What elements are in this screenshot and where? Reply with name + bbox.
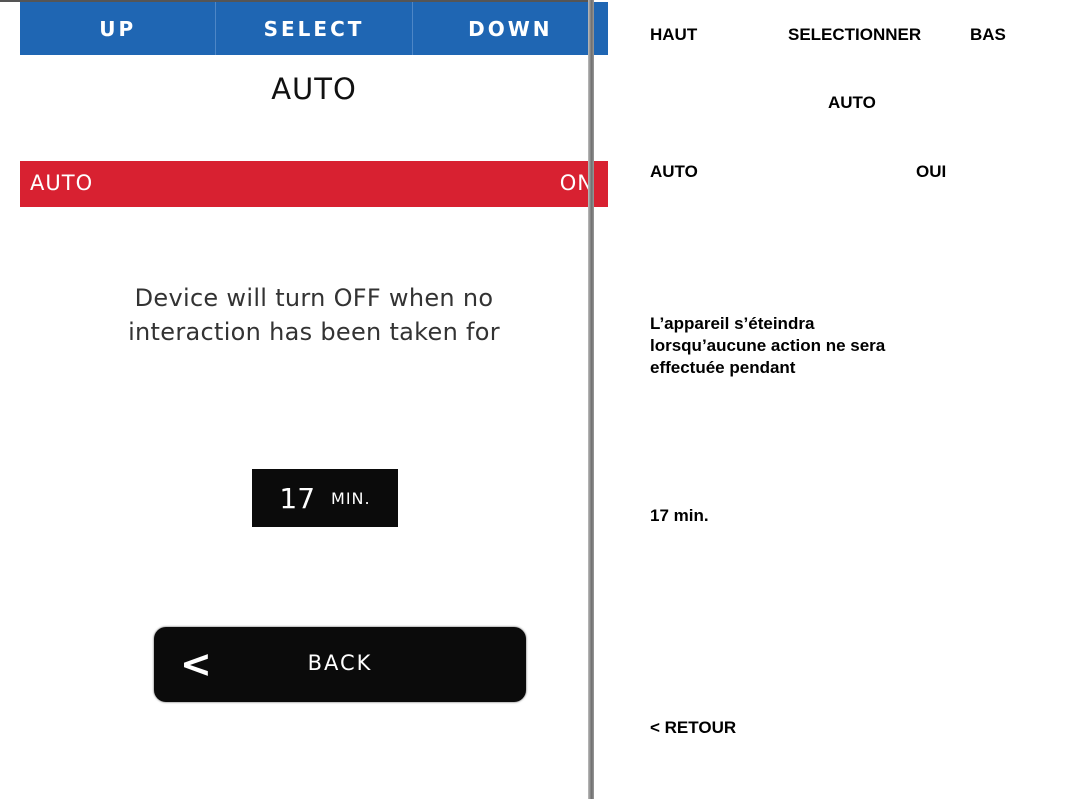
translation-description-line-1: L’appareil s’éteindra [650, 314, 815, 333]
screen-title: AUTO [271, 72, 357, 106]
translation-setting-value: OUI [916, 162, 947, 181]
down-button[interactable]: DOWN [413, 2, 608, 55]
auto-setting-row[interactable]: AUTO ON [20, 161, 608, 207]
nav-bar: UP SELECT DOWN [20, 2, 608, 55]
setting-name: AUTO [30, 171, 94, 195]
up-button[interactable]: UP [20, 2, 217, 55]
translation-setting-name: AUTO [650, 162, 698, 181]
device-border-top [0, 0, 590, 2]
back-button[interactable]: < BACK [154, 627, 526, 702]
description-line-1: Device will turn OFF when no [134, 284, 494, 312]
device-screen: UP SELECT DOWN AUTO AUTO ON Device will … [20, 0, 608, 799]
description-text: Device will turn OFF when no interaction… [34, 281, 594, 349]
translation-up: HAUT [650, 25, 698, 44]
translation-description-line-3: effectuée pendant [650, 358, 796, 377]
translation-description-line-2: lorsqu’aucune action ne sera [650, 336, 886, 355]
timer-unit: MIN. [331, 488, 371, 508]
translation-down: BAS [970, 25, 1006, 44]
translation-back: < RETOUR [650, 718, 737, 737]
timer-display: 17 MIN. [252, 469, 398, 527]
back-label: BACK [307, 651, 373, 675]
description-line-2: interaction has been taken for [128, 318, 500, 346]
translation-title: AUTO [828, 93, 876, 112]
device-border-right [588, 0, 594, 799]
translation-description: L’appareil s’éteindra lorsqu’aucune acti… [650, 313, 885, 379]
timer-value: 17 [279, 481, 316, 515]
translation-select: SELECTIONNER [788, 25, 922, 44]
translation-timer: 17 min. [650, 506, 709, 525]
select-button[interactable]: SELECT [216, 2, 413, 55]
